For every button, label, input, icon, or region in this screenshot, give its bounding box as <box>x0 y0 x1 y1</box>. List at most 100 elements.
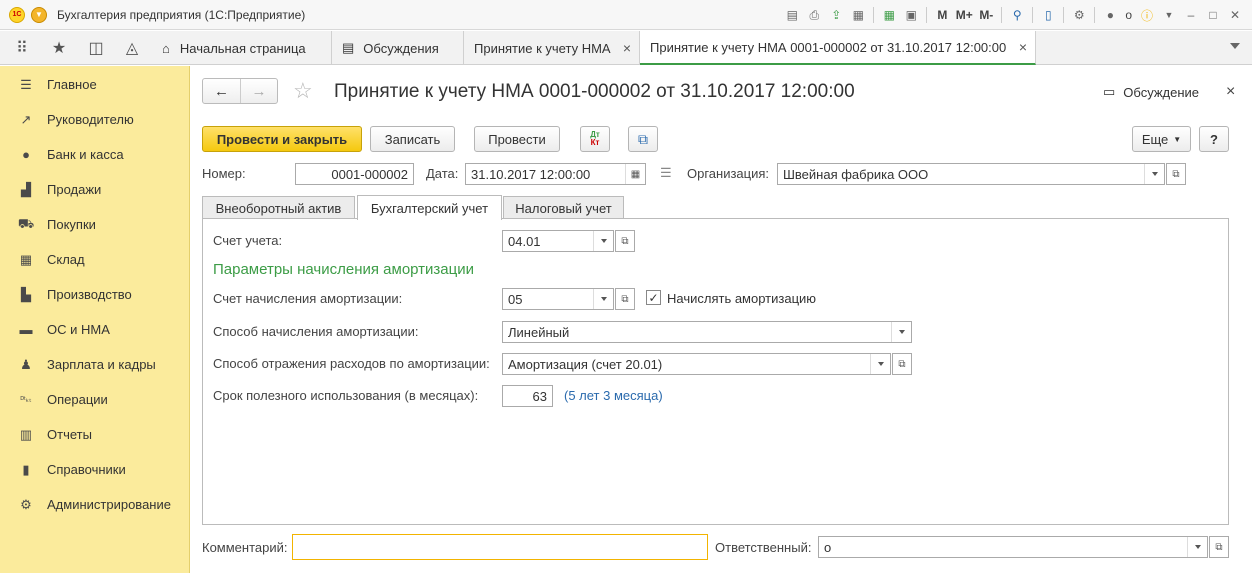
chevron-down-icon[interactable] <box>891 322 911 342</box>
post-button[interactable]: Провести <box>474 126 560 152</box>
tab-label: Начальная страница <box>179 40 306 56</box>
sidebar-item-purchases[interactable]: ⛟ Покупки <box>0 207 190 242</box>
useful-life-label: Срок полезного использования (в месяцах)… <box>213 388 479 403</box>
menu-icon: ☰ <box>20 76 32 92</box>
method-value: Линейный <box>508 324 570 340</box>
close-icon[interactable]: ✕ <box>1224 5 1246 25</box>
open-icon[interactable]: ⧉ <box>615 230 635 252</box>
save-icon[interactable]: ▤ <box>781 5 803 25</box>
details-list-icon[interactable]: ☰ <box>660 165 672 181</box>
back-arrow-icon[interactable]: ← <box>203 79 240 103</box>
tab-discussions[interactable]: ▤ Обсуждения <box>332 31 464 65</box>
sidebar-item-label: Склад <box>47 252 85 267</box>
chat-icon: ▤ <box>342 40 355 55</box>
responsible-field[interactable]: o <box>818 536 1208 558</box>
useful-life-field[interactable]: 63 <box>502 385 553 407</box>
tab-nma-document[interactable]: Принятие к учету НМА 0001-000002 от 31.1… <box>640 31 1036 65</box>
accrue-amortization-label[interactable]: Начислять амортизацию <box>667 291 816 306</box>
panel-icon[interactable]: ▯ <box>1037 5 1059 25</box>
dtkt-report-button[interactable]: Дт Кт <box>580 126 610 152</box>
sidebar-item-admin[interactable]: ⚙ Администрирование <box>0 487 190 522</box>
bag-icon: ▟ <box>21 181 31 197</box>
calculator-icon[interactable]: ▦ <box>878 5 900 25</box>
date-field[interactable]: 31.10.2017 12:00:00 ▦ <box>465 163 646 185</box>
history-icon[interactable]: ◫ <box>86 38 106 58</box>
account-field[interactable]: 04.01 <box>502 230 614 252</box>
organization-field[interactable]: Швейная фабрика ООО <box>777 163 1165 185</box>
tab-tax[interactable]: Налоговый учет <box>503 196 624 219</box>
favorite-star-icon[interactable]: ☆ <box>293 78 313 104</box>
minimize-icon[interactable]: – <box>1180 5 1202 25</box>
tab-accounting[interactable]: Бухгалтерский учет <box>357 195 502 220</box>
open-icon[interactable]: ⧉ <box>1209 536 1229 558</box>
open-icon[interactable]: ⧉ <box>615 288 635 310</box>
apps-grid-icon[interactable]: ⠿ <box>12 38 32 58</box>
search-icon[interactable]: ⚲ <box>1006 5 1028 25</box>
upload-icon[interactable]: ⇪ <box>825 5 847 25</box>
accrue-amortization-checkbox[interactable]: ✓ <box>646 290 661 305</box>
sidebar-item-production[interactable]: ▙ Производство <box>0 277 190 312</box>
structure-icon[interactable]: ⧉ <box>628 126 658 152</box>
user-name[interactable]: o <box>1125 8 1132 22</box>
bar-chart-icon: ▥ <box>19 426 33 442</box>
sidebar-item-salary[interactable]: ♟ Зарплата и кадры <box>0 347 190 382</box>
separator <box>926 7 928 23</box>
chevron-down-icon[interactable] <box>870 354 890 374</box>
memory-button[interactable]: M <box>931 5 953 25</box>
favorites-star-icon[interactable]: ★ <box>49 38 69 58</box>
number-field[interactable]: 0001-000002 <box>295 163 414 185</box>
calendar-icon[interactable]: ▣ <box>900 5 922 25</box>
chevron-down-icon[interactable] <box>593 289 613 309</box>
settings-icon[interactable]: ⚙ <box>1068 5 1090 25</box>
open-icon[interactable]: ⧉ <box>892 353 912 375</box>
sidebar-item-assets[interactable]: ▬ ОС и НМА <box>0 312 190 347</box>
comment-field[interactable] <box>292 534 708 560</box>
expense-method-value: Амортизация (счет 20.01) <box>508 356 663 372</box>
tab-fixed-asset[interactable]: Внеоборотный актив <box>202 196 355 219</box>
warehouse-icon: ▦ <box>19 251 33 267</box>
discussion-link[interactable]: ▭ Обсуждение <box>1103 84 1199 100</box>
chevron-down-icon[interactable] <box>593 231 613 251</box>
calendar-icon[interactable]: ▦ <box>625 164 645 184</box>
1c-logo-icon[interactable]: 1С <box>9 6 25 23</box>
printer-icon[interactable]: ▦ <box>847 5 869 25</box>
method-field[interactable]: Линейный <box>502 321 912 343</box>
post-and-close-button[interactable]: Провести и закрыть <box>202 126 362 152</box>
sidebar-item-warehouse[interactable]: ▦ Склад <box>0 242 190 277</box>
memory-plus-button[interactable]: M+ <box>953 5 975 25</box>
more-button[interactable]: Еще ▼ <box>1132 126 1191 152</box>
sidebar-item-reports[interactable]: ▥ Отчеты <box>0 417 190 452</box>
sidebar-item-manager[interactable]: ↗ Руководителю <box>0 102 190 137</box>
sidebar-item-bank[interactable]: ● Банк и касса <box>0 137 190 172</box>
forward-arrow-icon[interactable]: → <box>239 79 277 103</box>
chevron-down-icon[interactable]: ▼ <box>1158 5 1180 25</box>
sidebar-item-label: Банк и касса <box>47 147 124 162</box>
print-icon[interactable]: ⎙ <box>803 5 825 25</box>
info-icon[interactable]: ⓘ <box>1136 5 1158 25</box>
open-icon[interactable]: ⧉ <box>1166 163 1186 185</box>
user-icon[interactable]: ● <box>1099 5 1121 25</box>
sidebar-item-main[interactable]: ☰ Главное <box>0 67 190 102</box>
chevron-down-icon[interactable] <box>1144 164 1164 184</box>
expense-method-field[interactable]: Амортизация (счет 20.01) <box>502 353 891 375</box>
sidebar-item-operations[interactable]: ᴰᵗₖₜ Операции <box>0 382 190 417</box>
amortization-account-field[interactable]: 05 <box>502 288 614 310</box>
sidebar-item-catalogs[interactable]: ▮ Справочники <box>0 452 190 487</box>
maximize-icon[interactable]: □ <box>1202 5 1224 25</box>
close-icon[interactable]: × <box>1226 83 1235 101</box>
memory-minus-button[interactable]: M- <box>975 5 997 25</box>
main-menu-icon[interactable]: ▼ <box>31 6 47 23</box>
bell-icon[interactable]: ◬ <box>122 38 142 58</box>
tab-home[interactable]: ⌂ Начальная страница <box>152 31 332 65</box>
tab-nma-list[interactable]: Принятие к учету НМА × <box>464 31 640 65</box>
sidebar-item-label: ОС и НМА <box>47 322 110 337</box>
separator <box>1032 7 1034 23</box>
tabs-menu-icon[interactable] <box>1230 43 1240 49</box>
chevron-down-icon[interactable] <box>1187 537 1207 557</box>
help-button[interactable]: ? <box>1199 126 1229 152</box>
sidebar-item-sales[interactable]: ▟ Продажи <box>0 172 190 207</box>
close-tab-icon[interactable]: × <box>623 40 631 56</box>
close-tab-icon[interactable]: × <box>1019 39 1027 55</box>
save-button[interactable]: Записать <box>370 126 455 152</box>
sidebar-item-label: Продажи <box>47 182 102 197</box>
